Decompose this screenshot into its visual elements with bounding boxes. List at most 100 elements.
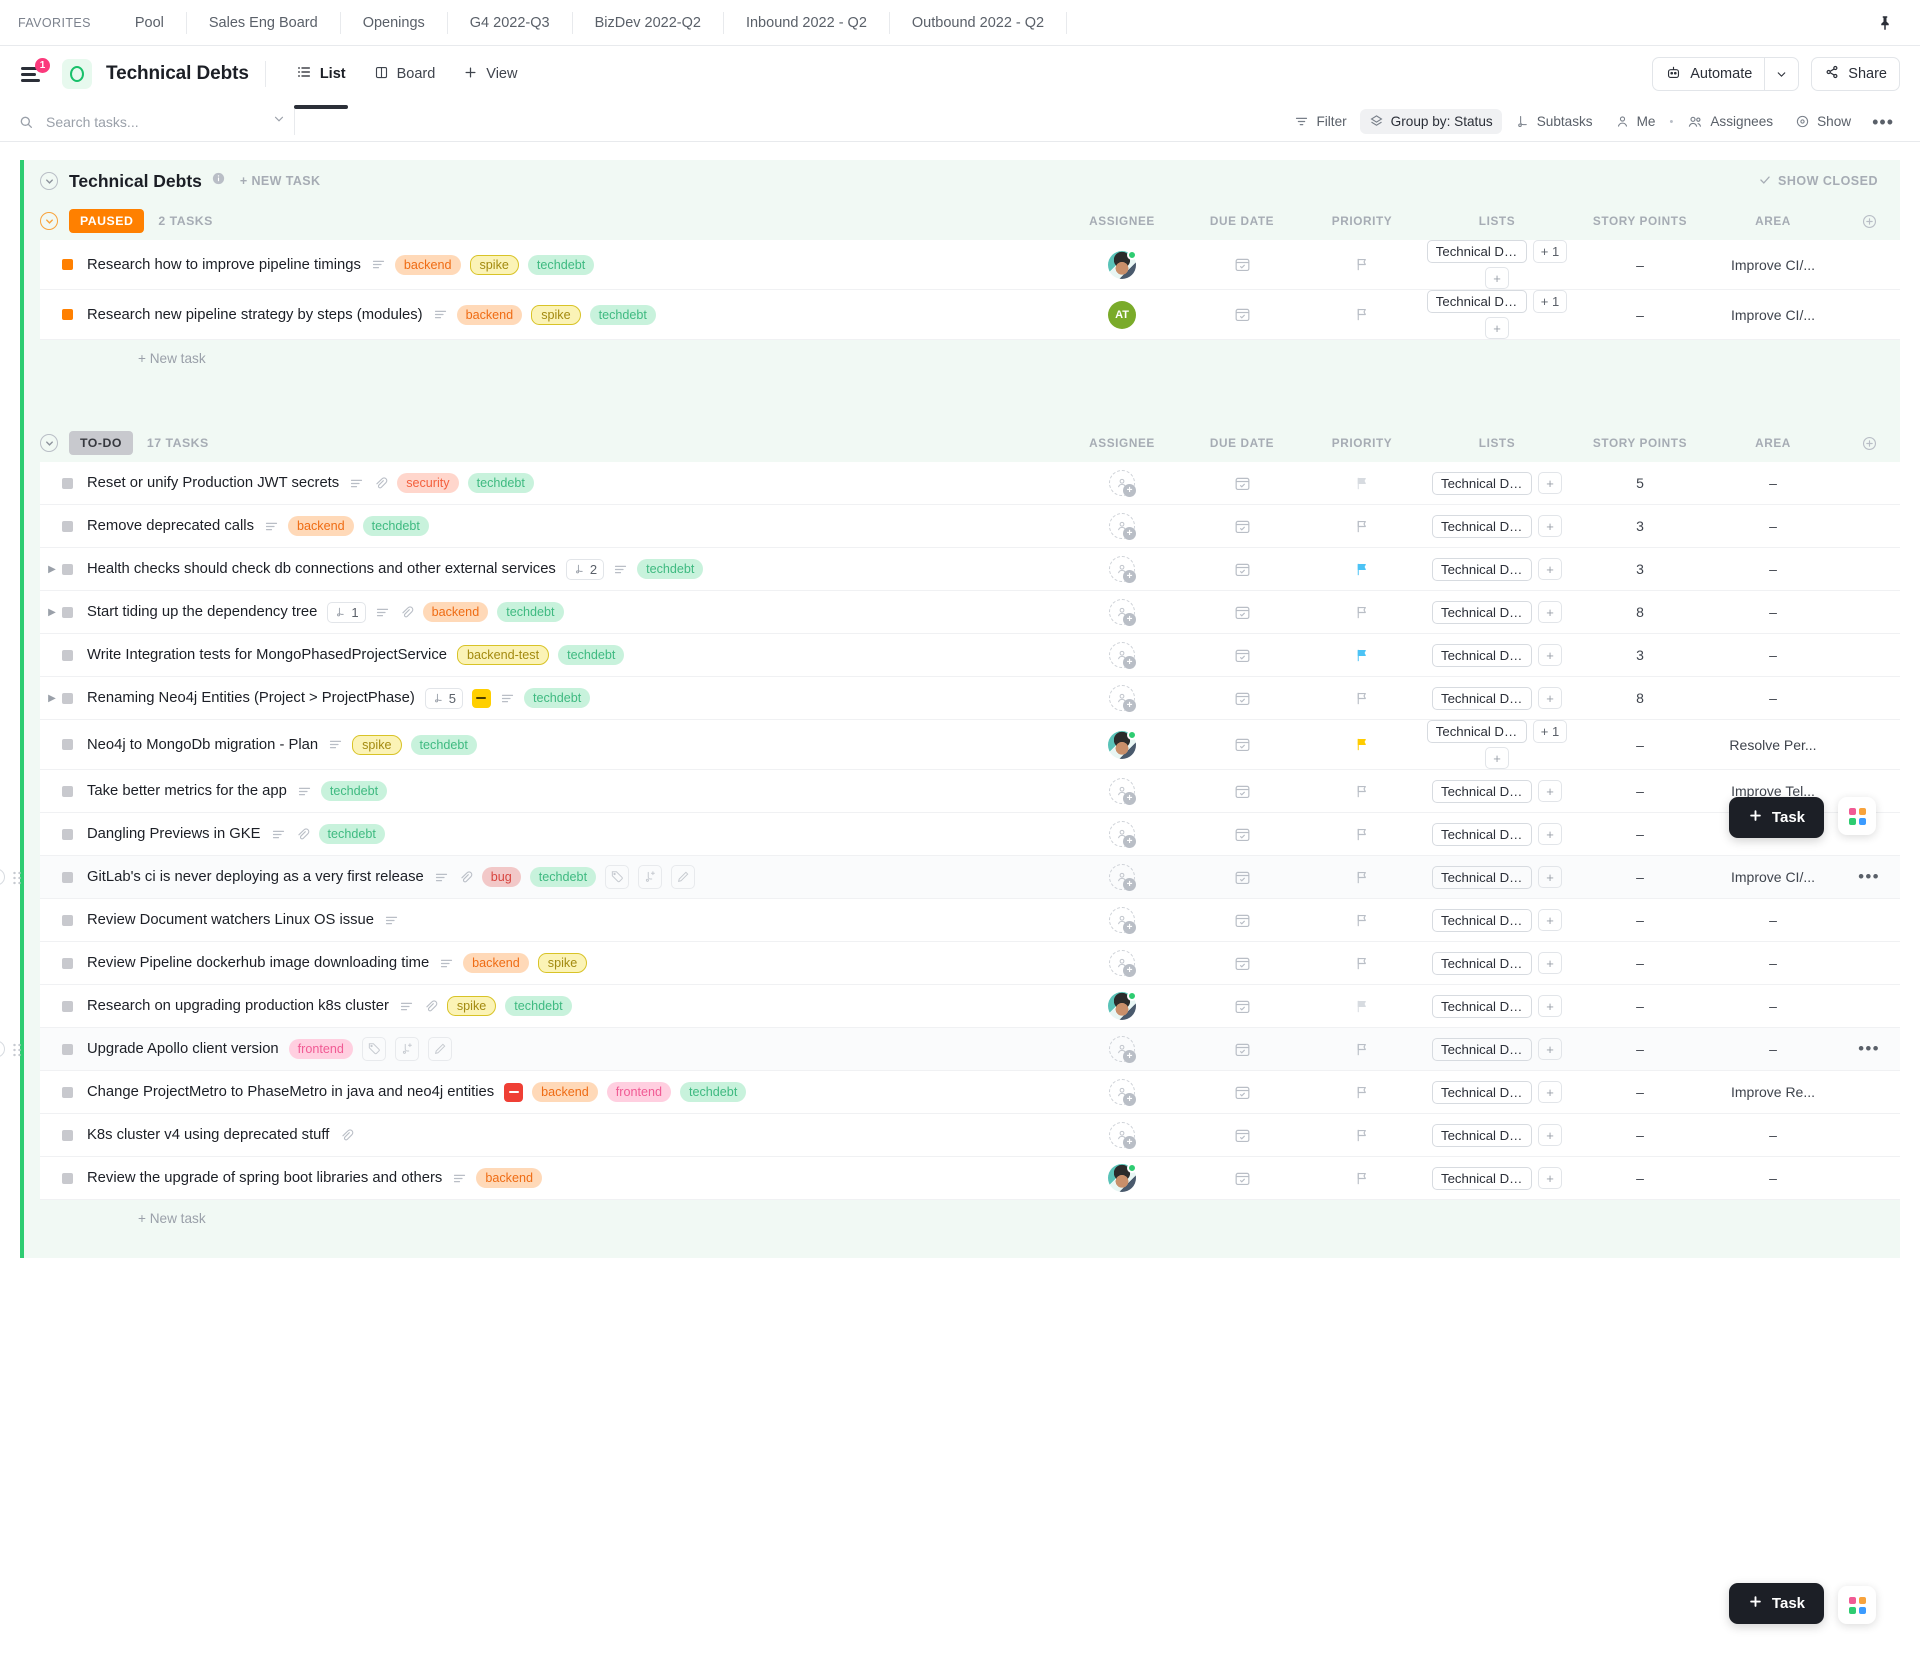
- list-chip[interactable]: Technical Deb...: [1432, 557, 1532, 581]
- cell-area[interactable]: –: [1708, 1127, 1838, 1143]
- priority-flag-icon[interactable]: [1354, 912, 1371, 929]
- cell-story-points[interactable]: 8: [1572, 690, 1708, 706]
- cell-area[interactable]: Improve Re...: [1708, 1084, 1838, 1100]
- subtask-add-icon[interactable]: [394, 1037, 419, 1061]
- task-name[interactable]: Renaming Neo4j Entities (Project > Proje…: [87, 690, 415, 706]
- lists-overflow-chip[interactable]: + 1: [1532, 240, 1568, 263]
- task-name[interactable]: Upgrade Apollo client version: [87, 1041, 279, 1057]
- cell-priority[interactable]: [1302, 1127, 1422, 1144]
- task-status-dot[interactable]: [62, 914, 73, 926]
- list-chip[interactable]: Technical Deb...: [1432, 994, 1532, 1018]
- priority-flag-icon[interactable]: [1354, 561, 1371, 578]
- cell-story-points[interactable]: –: [1572, 1084, 1708, 1100]
- edit-icon[interactable]: [427, 1037, 452, 1061]
- cell-due-date[interactable]: [1182, 868, 1302, 887]
- task-tag[interactable]: techdebt: [497, 602, 564, 622]
- add-list-button[interactable]: +: [1538, 644, 1562, 666]
- calendar-icon[interactable]: [1233, 474, 1252, 493]
- column-header-lists[interactable]: LISTS: [1422, 214, 1572, 228]
- column-header-area[interactable]: AREA: [1708, 214, 1838, 228]
- calendar-icon[interactable]: [1233, 1083, 1252, 1102]
- cell-due-date[interactable]: [1182, 603, 1302, 622]
- calendar-icon[interactable]: [1233, 997, 1252, 1016]
- subtask-add-icon[interactable]: [638, 865, 663, 889]
- toolbar-subtasks[interactable]: Subtasks: [1506, 109, 1602, 134]
- add-list-button[interactable]: +: [1538, 472, 1562, 494]
- task-row[interactable]: ▶ Renaming Neo4j Entities (Project > Proj…: [40, 677, 1900, 720]
- toolbar-assignees[interactable]: Assignees: [1678, 109, 1782, 135]
- description-icon[interactable]: [399, 999, 414, 1014]
- column-header-assignee[interactable]: ASSIGNEE: [1062, 214, 1182, 228]
- task-row[interactable]: ▶Research on upgrading production k8s cl…: [40, 985, 1900, 1028]
- subtask-count-chip[interactable]: 5: [424, 687, 463, 709]
- cell-priority[interactable]: [1302, 306, 1422, 323]
- cell-area[interactable]: –: [1708, 998, 1838, 1014]
- list-chip[interactable]: Technical Deb...: [1432, 865, 1532, 889]
- cell-priority[interactable]: [1302, 256, 1422, 273]
- task-tag[interactable]: techdebt: [318, 824, 385, 844]
- column-header-lists[interactable]: LISTS: [1422, 436, 1572, 450]
- calendar-icon[interactable]: [1233, 305, 1252, 324]
- cell-area[interactable]: –: [1708, 1170, 1838, 1186]
- tag-icon[interactable]: [605, 865, 630, 889]
- assign-user-button[interactable]: +: [1109, 470, 1136, 497]
- favorite-item[interactable]: Outbound 2022 - Q2: [888, 11, 1066, 34]
- cell-story-points[interactable]: –: [1572, 1170, 1708, 1186]
- attachment-icon[interactable]: [458, 870, 473, 885]
- task-tag[interactable]: backend: [287, 516, 354, 536]
- add-list-button[interactable]: +: [1538, 1038, 1562, 1060]
- cell-area[interactable]: Improve CI/...: [1708, 257, 1838, 273]
- cell-due-date[interactable]: [1182, 689, 1302, 708]
- task-tag[interactable]: techdebt: [529, 867, 597, 887]
- list-chip[interactable]: Technical Deb...: [1432, 779, 1532, 803]
- attachment-icon[interactable]: [423, 999, 438, 1014]
- favorite-item[interactable]: BizDev 2022-Q2: [571, 11, 723, 34]
- task-tag[interactable]: backend: [394, 254, 461, 275]
- add-list-button[interactable]: +: [1538, 909, 1562, 931]
- avatar[interactable]: [1108, 1163, 1137, 1192]
- cell-priority[interactable]: [1302, 561, 1422, 578]
- cell-story-points[interactable]: –: [1572, 783, 1708, 799]
- cell-area[interactable]: –: [1708, 912, 1838, 928]
- description-icon[interactable]: [349, 476, 364, 491]
- task-tag[interactable]: spike: [446, 996, 497, 1016]
- task-status-dot[interactable]: [62, 739, 73, 750]
- cell-due-date[interactable]: [1182, 825, 1302, 844]
- cell-due-date[interactable]: [1182, 305, 1302, 324]
- list-chip[interactable]: Technical Deb...: [1432, 1037, 1532, 1061]
- priority-flag-icon[interactable]: [1354, 826, 1371, 843]
- priority-flag-icon[interactable]: [1354, 1084, 1371, 1101]
- description-icon[interactable]: [328, 737, 343, 752]
- tab-board[interactable]: Board: [360, 57, 450, 91]
- add-view-button[interactable]: View: [449, 57, 531, 91]
- task-row[interactable]: ▶Review the upgrade of spring boot libra…: [40, 1157, 1900, 1200]
- list-chip[interactable]: Technical Deb...: [1432, 471, 1532, 495]
- task-row[interactable]: ▶Upgrade Apollo client versionfrontend+T…: [0, 1028, 1900, 1071]
- column-header-due-date[interactable]: DUE DATE: [1182, 436, 1302, 450]
- add-list-button[interactable]: +: [1485, 267, 1509, 289]
- priority-flag-icon[interactable]: [1354, 475, 1371, 492]
- task-status-dot[interactable]: [62, 477, 73, 489]
- add-list-button[interactable]: +: [1538, 558, 1562, 580]
- task-tag[interactable]: spike: [352, 734, 402, 755]
- cell-story-points[interactable]: –: [1572, 955, 1708, 971]
- cell-area[interactable]: –: [1708, 955, 1838, 971]
- task-name[interactable]: Review Pipeline dockerhub image download…: [87, 955, 429, 971]
- attachment-icon[interactable]: [373, 476, 388, 491]
- add-task-inline-button[interactable]: + New task: [40, 340, 1900, 376]
- cell-due-date[interactable]: [1182, 1126, 1302, 1145]
- task-row[interactable]: ▶Dangling Previews in GKEtechdebt+Techni…: [40, 813, 1900, 856]
- add-list-button[interactable]: +: [1538, 1167, 1562, 1189]
- avatar[interactable]: [1108, 729, 1137, 759]
- drag-dots-icon[interactable]: [12, 870, 22, 884]
- cell-story-points[interactable]: –: [1572, 257, 1708, 273]
- calendar-icon[interactable]: [1233, 560, 1252, 579]
- assign-user-button[interactable]: +: [1109, 950, 1136, 977]
- task-name[interactable]: Review the upgrade of spring boot librar…: [87, 1170, 442, 1186]
- task-status-dot[interactable]: [62, 957, 73, 969]
- lists-overflow-chip[interactable]: + 1: [1532, 290, 1568, 313]
- expand-subtasks-icon[interactable]: ▶: [44, 693, 60, 704]
- priority-flag-icon[interactable]: [1354, 955, 1371, 972]
- cell-priority[interactable]: [1302, 475, 1422, 492]
- priority-flag-icon[interactable]: [1354, 736, 1371, 753]
